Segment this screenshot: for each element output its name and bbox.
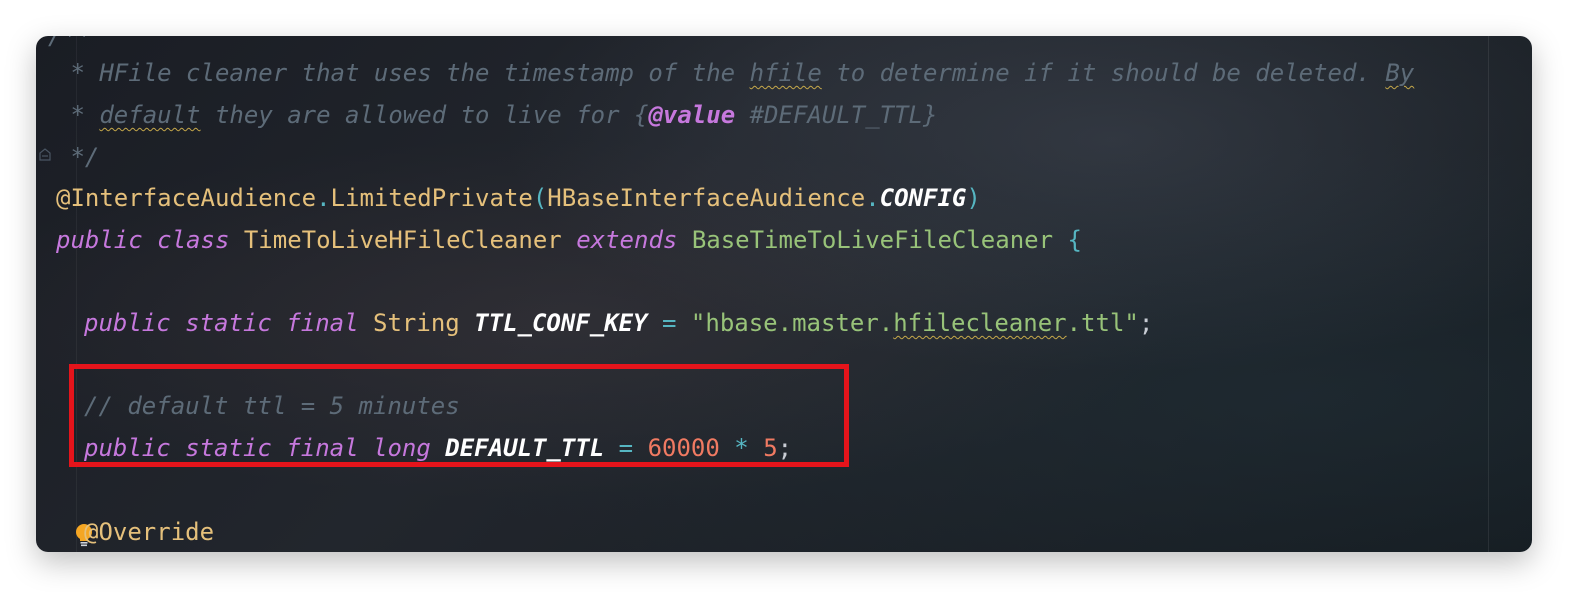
const-ttl-conf-key: TTL_CONF_KEY (474, 309, 648, 337)
string-literal: .ttl" (1066, 309, 1139, 337)
annotation-arg-const: CONFIG (879, 184, 967, 212)
code-line-doc-1[interactable]: * HFile cleaner that uses the timestamp … (56, 52, 1414, 94)
code-line-doc-2[interactable]: * default they are allowed to live for {… (56, 94, 937, 136)
kw-static: static (185, 309, 272, 337)
doc-text: they are allowed to live for { (200, 101, 649, 129)
kw-extends: extends (576, 226, 678, 254)
code-line-class-decl[interactable]: public class TimeToLiveHFileCleaner exte… (56, 219, 1082, 261)
doc-text: * (56, 101, 100, 129)
annotation-arg-class: HBaseInterfaceAudience (547, 184, 866, 212)
op-assign: = (662, 309, 677, 337)
string-typo-hfilecleaner[interactable]: hfilecleaner (893, 309, 1066, 337)
kw-final: final (286, 309, 359, 337)
doc-text: #DEFAULT_TTL} (735, 101, 938, 129)
right-margin-guide (1488, 36, 1489, 552)
highlight-box (69, 364, 849, 467)
doc-typo-hfile[interactable]: hfile (750, 59, 822, 87)
doc-typo-default[interactable]: default (99, 101, 200, 129)
class-name: TimeToLiveHFileCleaner (243, 226, 562, 254)
code-line-override[interactable]: @Override (84, 511, 214, 552)
string-literal: "hbase.master. (690, 309, 894, 337)
annotation-name: @InterfaceAudience (56, 184, 317, 212)
code-editor[interactable]: /** * HFile cleaner that uses the timest… (36, 36, 1532, 552)
doc-text: to determine if it should be deleted. (821, 59, 1386, 87)
doc-typo-by[interactable]: By (1385, 59, 1414, 87)
code-line-annotation[interactable]: @InterfaceAudience.LimitedPrivate(HBaseI… (56, 177, 981, 219)
kw-class: class (157, 226, 230, 254)
doc-comment-open: /** (48, 36, 92, 50)
doc-text: * HFile cleaner that uses the timestamp … (56, 59, 750, 87)
kw-public: public (56, 226, 143, 254)
superclass-name: BaseTimeToLiveFileCleaner (691, 226, 1054, 254)
semicolon: ; (1138, 309, 1154, 337)
dot: . (316, 184, 331, 212)
fold-icon[interactable] (38, 148, 52, 162)
kw-public: public (84, 309, 171, 337)
code-line-doc-close[interactable]: */ (56, 136, 99, 178)
paren-open: ( (532, 184, 548, 212)
dot: . (865, 184, 880, 212)
annotation-method: LimitedPrivate (330, 184, 533, 212)
type-string: String (373, 309, 460, 337)
brace-open: { (1067, 226, 1082, 254)
doc-value-tag: @value (648, 101, 736, 129)
paren-close: ) (966, 184, 981, 212)
code-line-ttl-conf-key[interactable]: public static final String TTL_CONF_KEY … (84, 302, 1153, 344)
